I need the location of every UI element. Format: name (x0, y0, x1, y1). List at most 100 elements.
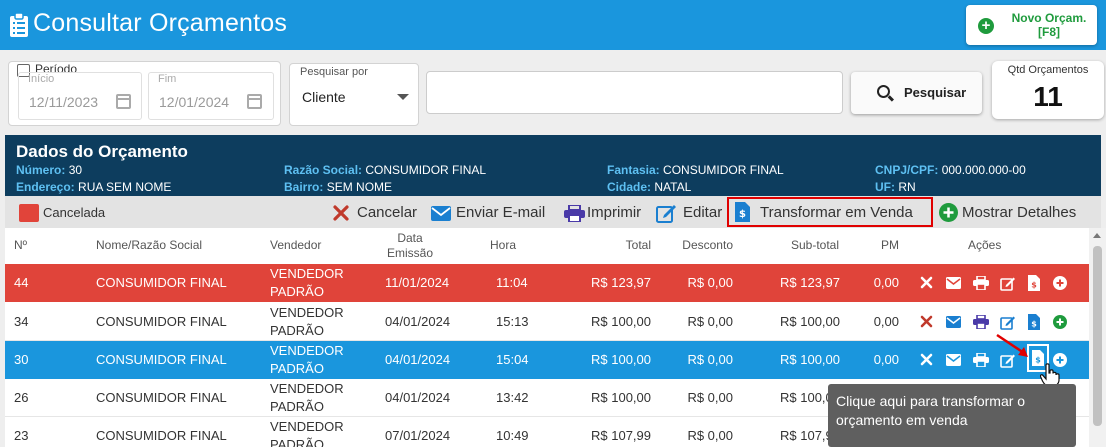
table-header: Nº Nome/Razão Social Vendedor Data Emiss… (5, 228, 1089, 264)
budget-count-card: Qtd Orçamentos 11 (992, 61, 1104, 119)
printer-icon (564, 205, 585, 222)
col-data: Data Emissão (386, 231, 433, 260)
envelope-icon[interactable] (946, 353, 962, 369)
cell-pm: 0,00 (873, 352, 899, 367)
inicio-label: Início (28, 73, 55, 85)
calendar-icon[interactable] (116, 94, 131, 109)
budget-count-value: 11 (1033, 81, 1063, 112)
cell-data: 11/01/2024 (385, 275, 450, 290)
close-icon[interactable] (920, 276, 936, 292)
edit-icon[interactable] (1000, 276, 1016, 292)
printer-icon[interactable] (973, 352, 989, 369)
new-budget-button[interactable]: + Novo Orçam. [F8] (966, 5, 1097, 45)
plus-circle-icon (939, 203, 958, 222)
invoice-dollar-icon[interactable]: $ (1028, 314, 1044, 330)
scroll-up-arrow-icon[interactable] (1093, 233, 1101, 238)
tooltip-line1: Clique aqui para transformar o (836, 393, 1026, 409)
cell-desconto: R$ 0,00 (687, 314, 733, 329)
periodo-group: Período Início 12/11/2023 Fim 12/01/2024 (8, 61, 281, 126)
budget-details-heading: Dados do Orçamento (16, 142, 188, 161)
col-desconto: Desconto (682, 238, 733, 252)
cell-desconto: R$ 0,00 (687, 275, 733, 290)
fim-value: 12/01/2024 (159, 94, 230, 110)
cell-hora: 15:04 (496, 352, 529, 367)
search-input[interactable] (426, 71, 843, 114)
cell-subtotal: R$ 100,00 (780, 352, 840, 367)
envelope-icon[interactable] (946, 315, 962, 331)
col-nome: Nome/Razão Social (96, 238, 203, 252)
table-row[interactable]: 30 CONSUMIDOR FINAL VENDEDOR PADRÃO 04/0… (5, 341, 1089, 379)
cell-desconto: R$ 0,00 (687, 428, 733, 443)
cell-subtotal: R$ 123,97 (780, 275, 840, 290)
cancelada-legend-label: Cancelada (43, 205, 106, 220)
search-icon (877, 85, 890, 98)
plus-circle-icon[interactable] (1053, 276, 1069, 292)
printer-icon[interactable] (973, 275, 989, 292)
cell-data: 04/01/2024 (385, 352, 451, 367)
table-row[interactable]: 34 CONSUMIDOR FINAL VENDEDOR PADRÃO 04/0… (5, 303, 1089, 341)
cell-pm: 0,00 (873, 314, 899, 329)
cell-num: 26 (14, 390, 29, 405)
cell-subtotal: R$ 100,00 (780, 314, 840, 329)
col-subtotal: Sub-total (790, 238, 839, 252)
printer-icon[interactable] (973, 314, 989, 331)
cell-total: R$ 107,99 (591, 428, 651, 443)
cell-data: 07/01/2024 (385, 428, 451, 443)
cell-desconto: R$ 0,00 (687, 390, 733, 405)
envelope-icon (431, 206, 451, 221)
envelope-icon[interactable] (946, 276, 962, 292)
search-by-select[interactable]: Pesquisar por Cliente (289, 63, 419, 126)
svg-text:$: $ (1031, 320, 1037, 329)
cell-vendedor: VENDEDOR PADRÃO (270, 305, 344, 338)
show-details-button[interactable]: Mostrar Detalhes (939, 203, 1076, 222)
invoice-dollar-icon[interactable]: $ (1028, 275, 1044, 291)
tooltip: Clique aqui para transformar o orçamento… (828, 384, 1076, 447)
page-title: Consultar Orçamentos (33, 9, 288, 37)
table-row[interactable]: 44 CONSUMIDOR FINAL VENDEDOR PADRÃO 11/0… (5, 264, 1089, 302)
row-actions: $ (918, 275, 1078, 292)
search-by-value: Cliente (302, 89, 346, 105)
close-icon[interactable] (920, 315, 936, 331)
cell-nome: CONSUMIDOR FINAL (96, 390, 227, 405)
search-button[interactable]: Pesquisar (851, 72, 982, 114)
cancel-button[interactable]: Cancelar (332, 204, 417, 221)
cell-data: 04/01/2024 (385, 314, 451, 329)
plus-circle-icon: + (978, 18, 994, 34)
edit-icon[interactable] (1000, 315, 1016, 331)
table-scrollbar[interactable] (1089, 228, 1106, 447)
inicio-date-field[interactable]: Início 12/11/2023 (18, 72, 142, 120)
fim-date-field[interactable]: Fim 12/01/2024 (148, 72, 274, 120)
calendar-icon[interactable] (247, 94, 262, 109)
red-arrow-icon (996, 333, 1028, 357)
print-button[interactable]: Imprimir (564, 204, 641, 222)
cell-total: R$ 100,00 (591, 352, 651, 367)
search-by-label: Pesquisar por (300, 66, 368, 78)
cell-data: 04/01/2024 (385, 390, 451, 405)
razao-field: Razão Social: CONSUMIDOR FINAL (284, 163, 487, 177)
new-budget-shortcut: [F8] (1038, 25, 1060, 39)
edit-icon (656, 205, 676, 223)
send-email-button[interactable]: Enviar E-mail (431, 204, 545, 221)
cidade-field: Cidade: NATAL (607, 180, 692, 194)
cell-total: R$ 100,00 (591, 314, 651, 329)
plus-circle-icon[interactable] (1053, 315, 1069, 331)
tooltip-line2: orçamento em venda (836, 412, 968, 428)
close-icon[interactable] (920, 353, 936, 369)
edit-button[interactable]: Editar (656, 204, 722, 223)
endereco-field: Endereço: RUA SEM NOME (16, 180, 172, 194)
top-bar: Consultar Orçamentos + Novo Orçam. [F8] (0, 0, 1106, 50)
new-budget-label: Novo Orçam. (1011, 11, 1087, 25)
col-vendedor: Vendedor (270, 238, 322, 252)
cell-pm: 0,00 (873, 275, 899, 290)
col-hora: Hora (490, 238, 517, 252)
cell-hora: 13:42 (496, 390, 529, 405)
inicio-value: 12/11/2023 (29, 94, 99, 110)
cell-num: 34 (14, 314, 29, 329)
fantasia-field: Fantasia: CONSUMIDOR FINAL (607, 163, 784, 177)
fim-label: Fim (158, 73, 177, 85)
cell-vendedor: VENDEDOR PADRÃO (270, 266, 344, 299)
svg-text:$: $ (1031, 281, 1037, 290)
cell-hora: 15:13 (496, 314, 529, 329)
scrollbar-thumb[interactable] (1093, 246, 1102, 426)
cell-nome: CONSUMIDOR FINAL (96, 352, 227, 367)
